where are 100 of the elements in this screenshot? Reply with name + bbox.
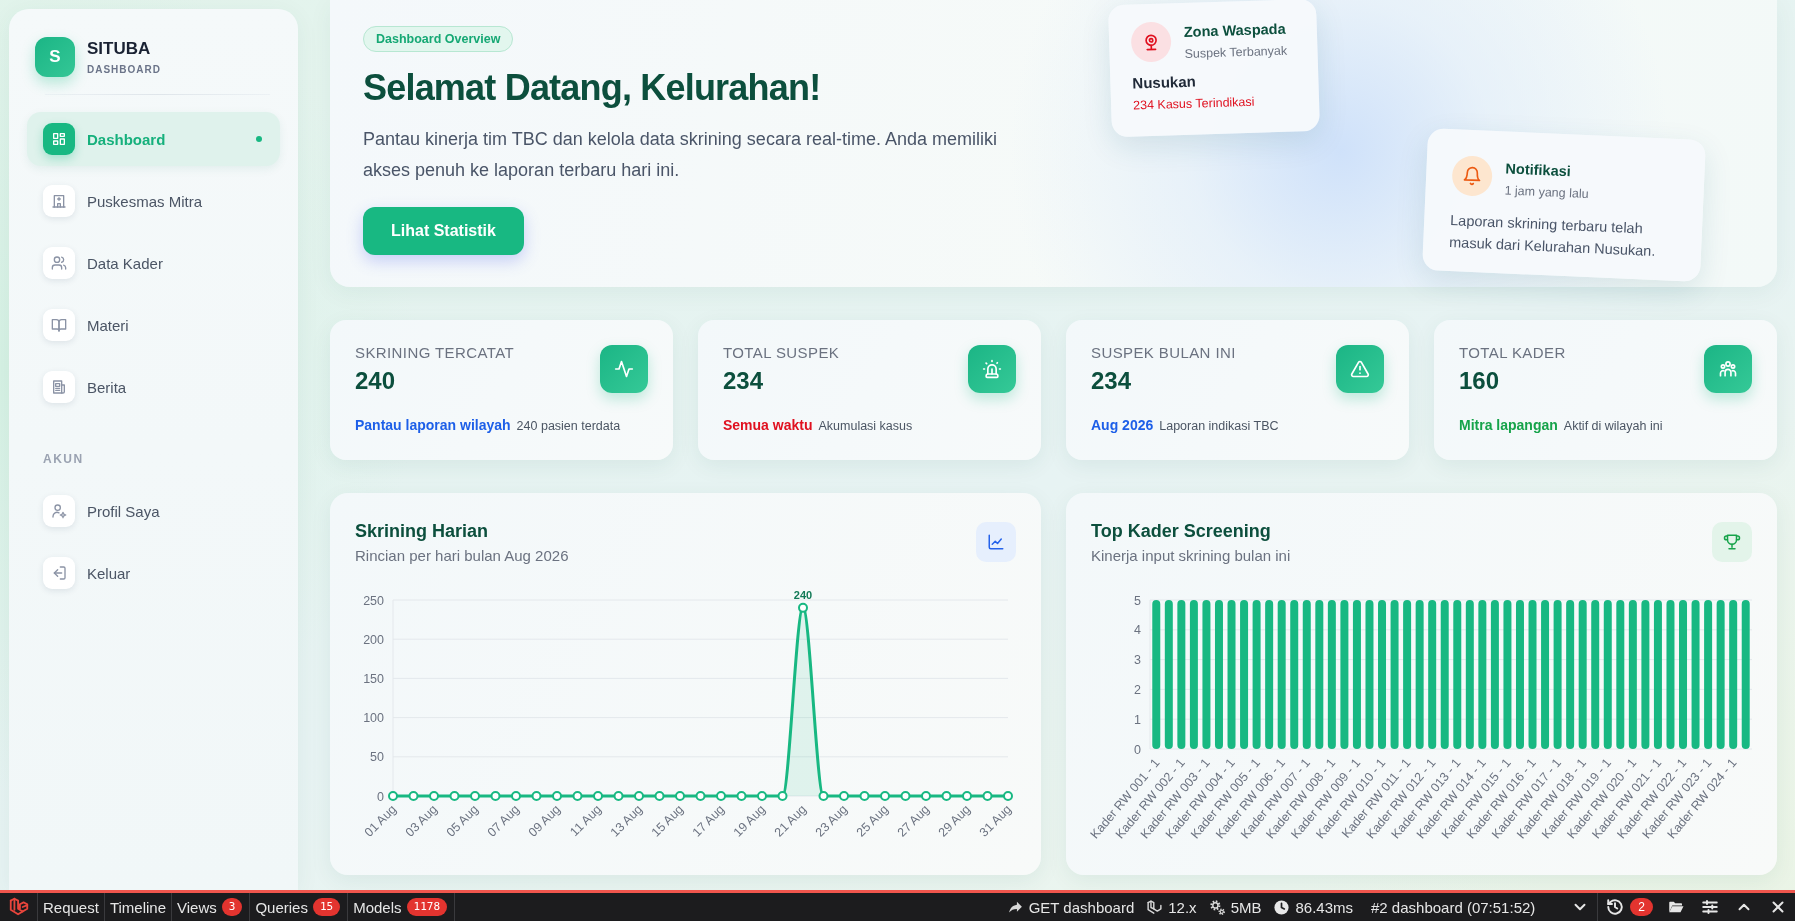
chart-title: Skrining Harian: [355, 520, 490, 542]
brand-name: SITUBA: [87, 39, 152, 58]
data-point: [941, 791, 952, 801]
status-text: 12.x: [1168, 898, 1197, 916]
logo-tile: S: [35, 37, 75, 77]
count-badge: 3: [221, 898, 243, 916]
x-axis-label: 15 Aug: [648, 802, 687, 840]
welcome-text: Pantau kinerja tim TBC dan kelola data skrining secara real-time. Anda memiliki akses penuh ke laporan terbaru hari ini.: [363, 128, 998, 182]
trophy-icon: [1712, 522, 1752, 562]
users-icon: [43, 247, 75, 279]
data-point: [1003, 791, 1013, 801]
chart-title: Top Kader Screening: [1091, 520, 1272, 542]
data-point: [716, 791, 726, 801]
data-point: [839, 791, 849, 801]
x-axis-label: 03 Aug: [402, 802, 441, 840]
group-icon: [1704, 345, 1752, 393]
x-axis-label: 23 Aug: [812, 802, 851, 840]
sidebar-item[interactable]: Puskesmas Mitra: [27, 174, 280, 228]
data-point: [654, 791, 665, 801]
y-axis-label: 100: [363, 711, 384, 726]
y-axis-label: 0: [377, 789, 384, 804]
stat-note: Laporan indikasi TBC: [1159, 419, 1279, 433]
pulse-icon: [600, 345, 648, 393]
count-badge: 1178: [406, 898, 448, 916]
stat-note: 240 pasien terdata: [516, 419, 621, 433]
settings-icon[interactable]: [1701, 898, 1719, 916]
request-select[interactable]: #2 dashboard (07:51:52): [1371, 898, 1536, 916]
data-point: [429, 791, 439, 801]
data-point: [388, 791, 398, 801]
y-axis-label: 250: [363, 593, 384, 608]
status-text: 86.43ms: [1295, 898, 1353, 916]
sidebar-item[interactable]: Profil Saya: [27, 484, 280, 538]
stat-label: SKRINING TERCATAT: [355, 344, 515, 362]
stat-note: Aktif di wilayah ini: [1563, 419, 1663, 433]
area-name: Nusukan: [1132, 71, 1198, 92]
section-label: AKUN: [43, 451, 85, 467]
notification-time: 1 jam yang lalu: [1504, 183, 1589, 202]
sidebar-item[interactable]: Data Kader: [27, 236, 280, 290]
stat-value: 234: [1091, 366, 1133, 396]
debug-tab[interactable]: Request: [38, 893, 104, 921]
overview-badge: Dashboard Overview: [363, 26, 514, 52]
grid-icon: [43, 123, 75, 155]
active-dot-icon: [256, 136, 262, 142]
sidebar-item[interactable]: Materi: [27, 298, 280, 352]
close-icon[interactable]: [1769, 898, 1787, 916]
data-point: [675, 791, 685, 801]
data-point: [449, 791, 460, 801]
data-point: [859, 791, 870, 801]
x-axis-label: 05 Aug: [443, 802, 482, 840]
card-subtitle: Suspek Terbanyak: [1184, 43, 1288, 61]
data-point: [511, 791, 521, 801]
gears-icon: [1208, 898, 1226, 916]
x-axis-label: 01 Aug: [361, 802, 400, 840]
y-axis-label: 3: [1134, 653, 1141, 668]
x-axis-label: 21 Aug: [771, 802, 810, 840]
warning-icon: [1336, 345, 1384, 393]
x-axis-label: 11 Aug: [567, 802, 605, 839]
debug-tab[interactable]: Models: [348, 893, 407, 921]
data-point: [572, 791, 583, 801]
data-point: [470, 791, 480, 801]
chart-subtitle: Kinerja input skrining bulan ini: [1091, 546, 1291, 566]
data-point: [982, 791, 993, 801]
debug-tab[interactable]: Queries: [250, 893, 313, 921]
x-axis-label: 31 Aug: [976, 802, 1015, 840]
clock-icon: [1273, 898, 1291, 916]
case-count: 234 Kasus Terindikasi: [1132, 93, 1256, 113]
card-title: Zona Waspada: [1183, 20, 1287, 40]
data-point: [490, 791, 501, 801]
stat-value: 234: [723, 366, 765, 396]
data-point: [613, 791, 624, 801]
debug-tab[interactable]: Timeline: [104, 893, 171, 921]
logo-icon[interactable]: [8, 896, 30, 918]
data-point: [818, 791, 829, 801]
y-axis-label: 0: [1134, 742, 1141, 757]
chart-subtitle: Rincian per hari bulan Aug 2026: [355, 546, 569, 566]
data-point: [900, 791, 911, 801]
stat-value: 160: [1459, 366, 1501, 396]
sidebar-item[interactable]: Berita: [27, 360, 280, 414]
data-point: [921, 791, 931, 801]
x-axis-label: 29 Aug: [935, 802, 974, 840]
card-title: Notifikasi: [1505, 160, 1573, 181]
user-gear-icon: [43, 495, 75, 527]
status-text: GET dashboard: [1028, 898, 1135, 916]
history-icon[interactable]: [1606, 898, 1625, 916]
data-point: [757, 791, 767, 801]
x-axis-label: 19 Aug: [730, 802, 769, 840]
y-axis-label: 1: [1134, 712, 1141, 727]
x-axis-label: 07 Aug: [484, 802, 523, 840]
data-point: [798, 602, 808, 613]
book-icon: [43, 309, 75, 341]
sidebar-item[interactable]: Keluar: [27, 546, 280, 600]
y-axis-label: 200: [363, 632, 384, 647]
x-axis-label: 17 Aug: [689, 802, 728, 840]
y-axis-label: 4: [1134, 623, 1141, 638]
y-axis-label: 50: [370, 750, 384, 765]
debug-tab[interactable]: Views: [172, 893, 222, 921]
x-axis-label: 25 Aug: [853, 802, 892, 840]
logout-icon: [43, 557, 75, 589]
stat-label: TOTAL KADER: [1459, 344, 1566, 362]
notification-message: Laporan skrining terbaru telah masuk dari Kelurahan Nusukan.: [1448, 211, 1657, 261]
